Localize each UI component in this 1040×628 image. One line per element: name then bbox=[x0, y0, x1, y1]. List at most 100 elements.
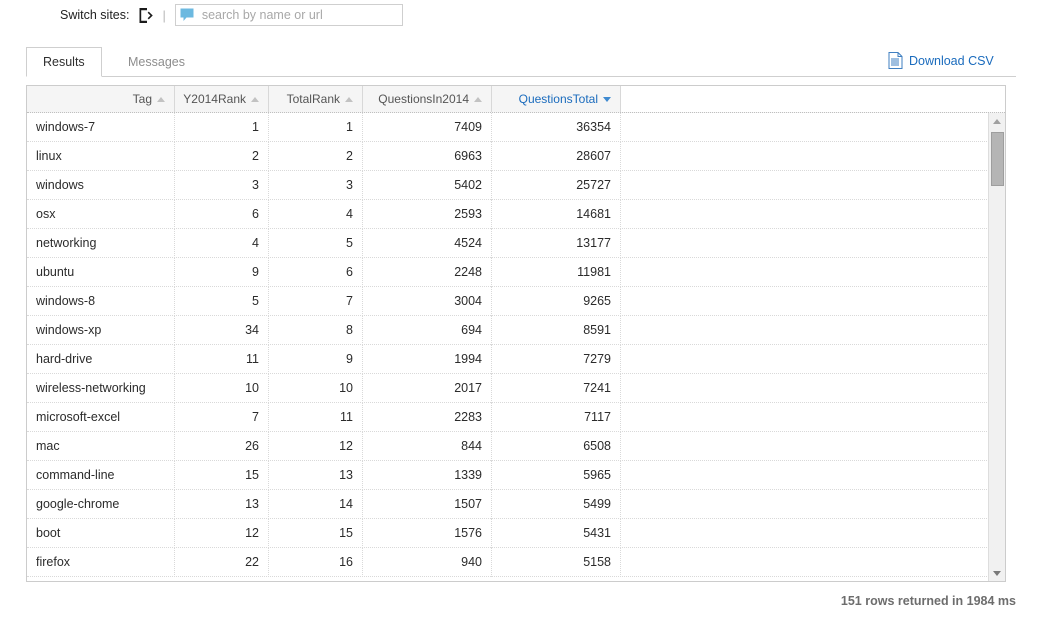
table-cell: 7409 bbox=[363, 113, 492, 142]
table-cell: hard-drive bbox=[27, 345, 175, 374]
row-filler bbox=[621, 171, 1005, 200]
stack-exchange-logo-icon[interactable] bbox=[138, 7, 154, 24]
table-row[interactable]: command-line 15 13 1339 5965 bbox=[27, 461, 1005, 490]
table-cell: 12 bbox=[269, 432, 363, 461]
table-row[interactable]: microsoft-excel 7 11 2283 7117 bbox=[27, 403, 1005, 432]
table-row[interactable]: windows-7 1 1 7409 36354 bbox=[27, 113, 1005, 142]
table-cell: 1994 bbox=[363, 345, 492, 374]
column-header-y2014rank[interactable]: Y2014Rank bbox=[175, 86, 269, 112]
rows-returned-status: 151 rows returned in 1984 ms bbox=[840, 594, 1016, 608]
table-cell: 9265 bbox=[492, 287, 621, 316]
column-header-totalrank[interactable]: TotalRank bbox=[269, 86, 363, 112]
table-cell: 26 bbox=[175, 432, 269, 461]
table-cell: 5431 bbox=[492, 519, 621, 548]
sort-ascending-icon bbox=[251, 96, 259, 102]
table-cell: windows-xp bbox=[27, 316, 175, 345]
results-grid-header: Tag Y2014Rank TotalRank QuestionsIn2014 Ques… bbox=[27, 86, 1005, 113]
row-filler bbox=[621, 374, 1005, 403]
column-header-questionsin2014[interactable]: QuestionsIn2014 bbox=[363, 86, 492, 112]
download-csv-link[interactable]: Download CSV bbox=[888, 52, 994, 69]
table-row[interactable]: windows 3 3 5402 25727 bbox=[27, 171, 1005, 200]
scroll-up-button[interactable] bbox=[989, 113, 1005, 129]
switch-sites-bar: Switch sites: | bbox=[0, 0, 1040, 30]
table-cell: 11981 bbox=[492, 258, 621, 287]
table-cell: 15 bbox=[269, 519, 363, 548]
scrollbar-thumb[interactable] bbox=[991, 132, 1004, 186]
table-cell: 6 bbox=[269, 258, 363, 287]
tab-messages[interactable]: Messages bbox=[111, 47, 202, 77]
row-filler bbox=[621, 548, 1005, 577]
table-cell: 2248 bbox=[363, 258, 492, 287]
table-cell: 8 bbox=[269, 316, 363, 345]
column-header-label: QuestionsTotal bbox=[518, 92, 598, 106]
row-filler bbox=[621, 200, 1005, 229]
column-header-label: QuestionsIn2014 bbox=[378, 92, 469, 106]
table-row[interactable]: linux 2 2 6963 28607 bbox=[27, 142, 1005, 171]
tab-results[interactable]: Results bbox=[26, 47, 102, 77]
table-cell: 28607 bbox=[492, 142, 621, 171]
table-cell: 3 bbox=[269, 171, 363, 200]
table-cell: 14 bbox=[269, 490, 363, 519]
table-cell: windows-7 bbox=[27, 113, 175, 142]
table-cell: 11 bbox=[175, 345, 269, 374]
table-cell: ubuntu bbox=[27, 258, 175, 287]
table-cell: 2 bbox=[175, 142, 269, 171]
table-row[interactable]: google-chrome 13 14 1507 5499 bbox=[27, 490, 1005, 519]
header-filler bbox=[621, 86, 1005, 112]
table-cell: 13177 bbox=[492, 229, 621, 258]
table-cell: osx bbox=[27, 200, 175, 229]
table-cell: 36354 bbox=[492, 113, 621, 142]
table-cell: 34 bbox=[175, 316, 269, 345]
table-cell: 940 bbox=[363, 548, 492, 577]
table-cell: command-line bbox=[27, 461, 175, 490]
table-row[interactable]: firefox 22 16 940 5158 bbox=[27, 548, 1005, 577]
table-cell: 4524 bbox=[363, 229, 492, 258]
row-filler bbox=[621, 403, 1005, 432]
table-row[interactable]: ubuntu 9 6 2248 11981 bbox=[27, 258, 1005, 287]
tab-messages-label: Messages bbox=[128, 55, 185, 69]
scroll-down-button[interactable] bbox=[989, 565, 1005, 581]
table-cell: 3 bbox=[175, 171, 269, 200]
table-cell: 844 bbox=[363, 432, 492, 461]
chevron-up-icon bbox=[993, 118, 1001, 124]
row-filler bbox=[621, 345, 1005, 374]
table-row[interactable]: wireless-networking 10 10 2017 7241 bbox=[27, 374, 1005, 403]
tab-results-label: Results bbox=[43, 55, 85, 69]
table-cell: 5965 bbox=[492, 461, 621, 490]
table-cell: windows bbox=[27, 171, 175, 200]
tab-bar: Results Messages bbox=[26, 47, 1016, 77]
column-header-questionstotal[interactable]: QuestionsTotal bbox=[492, 86, 621, 112]
table-row[interactable]: networking 4 5 4524 13177 bbox=[27, 229, 1005, 258]
sort-ascending-icon bbox=[157, 96, 165, 102]
table-row[interactable]: boot 12 15 1576 5431 bbox=[27, 519, 1005, 548]
table-cell: 1339 bbox=[363, 461, 492, 490]
search-input[interactable] bbox=[174, 4, 403, 26]
table-cell: 2593 bbox=[363, 200, 492, 229]
table-cell: 2283 bbox=[363, 403, 492, 432]
table-cell: 15 bbox=[175, 461, 269, 490]
table-row[interactable]: windows-xp 34 8 694 8591 bbox=[27, 316, 1005, 345]
column-header-tag[interactable]: Tag bbox=[27, 86, 175, 112]
table-cell: 9 bbox=[269, 345, 363, 374]
vertical-scrollbar[interactable] bbox=[988, 113, 1005, 581]
search-field-wrapper bbox=[174, 4, 403, 26]
row-filler bbox=[621, 229, 1005, 258]
table-cell: 13 bbox=[175, 490, 269, 519]
table-cell: firefox bbox=[27, 548, 175, 577]
table-cell: linux bbox=[27, 142, 175, 171]
row-filler bbox=[621, 461, 1005, 490]
table-row[interactable]: windows-8 5 7 3004 9265 bbox=[27, 287, 1005, 316]
table-cell: 1507 bbox=[363, 490, 492, 519]
table-cell: windows-8 bbox=[27, 287, 175, 316]
table-cell: boot bbox=[27, 519, 175, 548]
table-cell: 6508 bbox=[492, 432, 621, 461]
table-cell: 7117 bbox=[492, 403, 621, 432]
table-cell: 6 bbox=[175, 200, 269, 229]
table-cell: 5158 bbox=[492, 548, 621, 577]
row-filler bbox=[621, 316, 1005, 345]
table-cell: networking bbox=[27, 229, 175, 258]
table-row[interactable]: hard-drive 11 9 1994 7279 bbox=[27, 345, 1005, 374]
switch-sites-label: Switch sites: bbox=[60, 8, 130, 22]
table-row[interactable]: osx 6 4 2593 14681 bbox=[27, 200, 1005, 229]
table-row[interactable]: mac 26 12 844 6508 bbox=[27, 432, 1005, 461]
